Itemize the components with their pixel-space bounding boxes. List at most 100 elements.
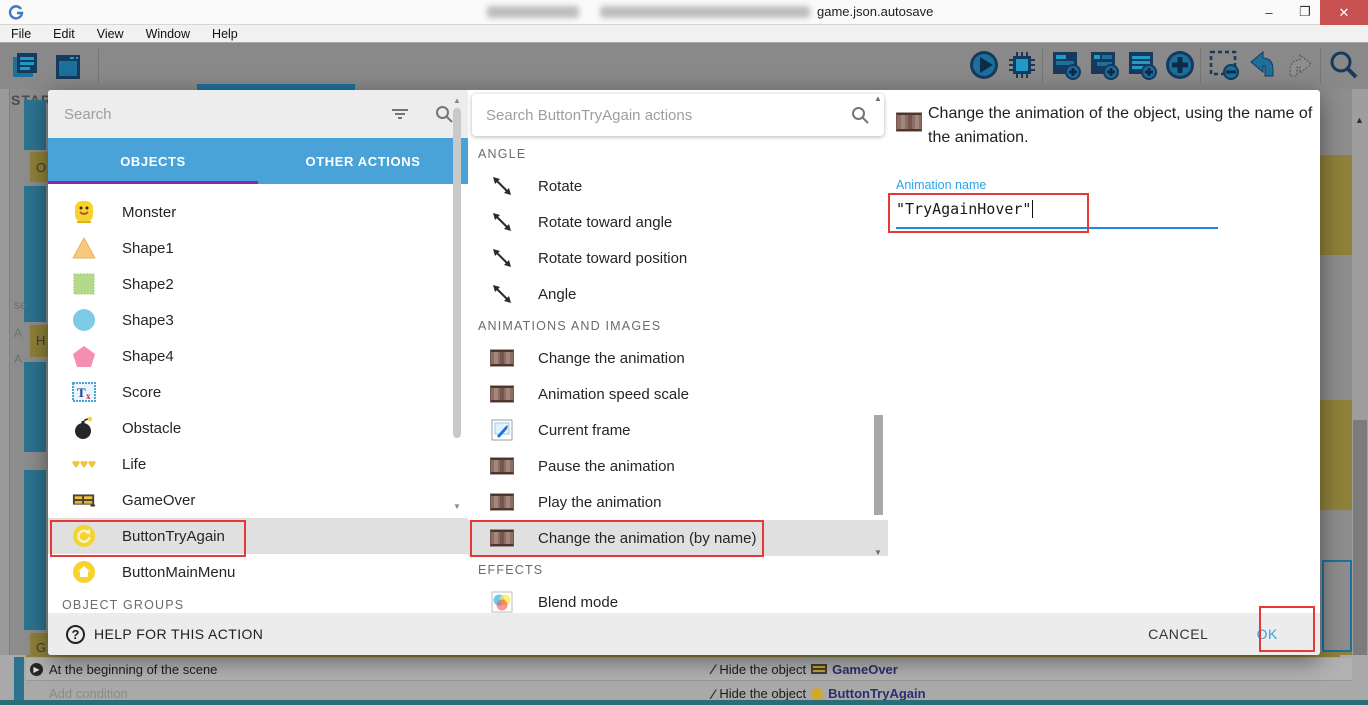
- add-subevent-button[interactable]: [1086, 49, 1122, 85]
- comment-letter: G: [36, 640, 46, 655]
- minimize-button[interactable]: –: [1252, 0, 1286, 24]
- object-row-shape2[interactable]: Shape2: [48, 266, 468, 302]
- scroll-up-icon[interactable]: ▲: [872, 94, 884, 103]
- menu-view[interactable]: View: [86, 25, 135, 43]
- object-list-scrollbar[interactable]: ▲ ▼: [452, 94, 462, 514]
- menu-file[interactable]: File: [0, 25, 42, 43]
- action-search-placeholder: Search ButtonTryAgain actions: [472, 107, 836, 124]
- event-bar: [24, 186, 46, 322]
- comment-letter: H: [36, 333, 45, 348]
- tab-objects[interactable]: OBJECTS: [48, 138, 258, 184]
- rotate-icon: [490, 210, 514, 234]
- object-row-monster[interactable]: Monster: [48, 194, 468, 230]
- action-search-input[interactable]: Search ButtonTryAgain actions: [472, 94, 884, 136]
- action-row-angle[interactable]: Angle: [468, 276, 888, 312]
- debug-button[interactable]: [1004, 49, 1040, 85]
- object-label: Shape4: [122, 348, 174, 365]
- action-row-rotate-toward-angle[interactable]: Rotate toward angle: [468, 204, 888, 240]
- object-label: Shape1: [122, 240, 174, 257]
- event-bar: [24, 470, 46, 630]
- text-object-icon: Tx: [72, 380, 96, 404]
- object-label: ButtonMainMenu: [122, 564, 235, 581]
- debug-icon: [1005, 48, 1039, 87]
- action-row-pause-the-animation[interactable]: Pause the animation: [468, 448, 888, 484]
- object-row-shape4[interactable]: Shape4: [48, 338, 468, 374]
- object-row-obstacle[interactable]: Obstacle: [48, 410, 468, 446]
- search-events-button[interactable]: [1326, 49, 1362, 85]
- play-icon: [967, 48, 1001, 87]
- menu-edit[interactable]: Edit: [42, 25, 86, 43]
- object-row-buttonmainmenu[interactable]: ButtonMainMenu: [48, 554, 468, 590]
- events-scrollbar-thumb[interactable]: [1353, 420, 1367, 660]
- redo-button[interactable]: [1282, 49, 1318, 85]
- add-event-icon: [1049, 48, 1083, 87]
- action-list-scrollbar[interactable]: ▲ ▼: [872, 90, 884, 563]
- restore-button[interactable]: ❐: [1288, 0, 1322, 24]
- add-event-button[interactable]: [1048, 49, 1084, 85]
- events-editor-button[interactable]: [50, 49, 86, 85]
- action-row-animation-speed-scale[interactable]: Animation speed scale: [468, 376, 888, 412]
- object-label: Monster: [122, 204, 176, 221]
- event-action[interactable]: ⁄ Hide the object GameOver: [712, 661, 898, 677]
- add-condition-link[interactable]: Add condition: [26, 686, 712, 701]
- section-header-angle: ANGLE: [468, 140, 888, 168]
- action-row-rotate[interactable]: Rotate: [468, 168, 888, 204]
- action-row-play-the-animation[interactable]: Play the animation: [468, 484, 888, 520]
- close-button[interactable]: ✕: [1320, 0, 1368, 25]
- add-button[interactable]: [1162, 49, 1198, 85]
- action-label: Current frame: [538, 422, 631, 439]
- redacted-title-segment: [487, 6, 579, 18]
- window-title: game.json.autosave: [817, 4, 933, 19]
- delete-event-button[interactable]: [1206, 49, 1242, 85]
- pentagon-icon: [72, 344, 96, 368]
- action-label: Angle: [538, 286, 576, 303]
- home-icon: [72, 560, 96, 584]
- tab-other-actions[interactable]: OTHER ACTIONS: [258, 138, 468, 184]
- menu-window[interactable]: Window: [135, 25, 201, 43]
- menu-help[interactable]: Help: [201, 25, 249, 43]
- action-row-blend-mode[interactable]: Blend mode: [468, 584, 888, 613]
- object-search-placeholder: Search: [48, 106, 380, 123]
- app-window: game.json.autosave – ❐ ✕ FileEditViewWin…: [0, 0, 1368, 705]
- object-label: Shape2: [122, 276, 174, 293]
- gameover-mini-icon: [811, 664, 827, 674]
- add-circle-icon: [1163, 48, 1197, 87]
- object-row-shape3[interactable]: Shape3: [48, 302, 468, 338]
- selected-event-outline: [1322, 560, 1352, 652]
- help-icon: ?: [66, 625, 85, 644]
- events-sheet: ▶ At the beginning of the scene ⁄ Hide t…: [0, 655, 1368, 705]
- help-button[interactable]: ? HELP FOR THIS ACTION: [66, 625, 263, 644]
- menubar: FileEditViewWindowHelp: [0, 25, 1368, 43]
- animation-name-label: Animation name: [896, 178, 986, 192]
- annotation-box-input: [888, 193, 1089, 233]
- gameover-icon: [72, 488, 96, 512]
- scroll-up-icon[interactable]: ▲: [1355, 115, 1364, 125]
- dialog-footer: ? HELP FOR THIS ACTION CANCEL OK: [48, 613, 1320, 655]
- action-row-change-the-animation[interactable]: Change the animation: [468, 340, 888, 376]
- scroll-down-icon[interactable]: ▼: [872, 548, 884, 557]
- event-condition[interactable]: ▶ At the beginning of the scene: [26, 662, 712, 677]
- triangle-icon: [72, 236, 96, 260]
- object-row-score[interactable]: TxScore: [48, 374, 468, 410]
- action-label: Change the animation: [538, 350, 685, 367]
- scroll-down-icon[interactable]: ▼: [452, 502, 462, 511]
- action-row-rotate-toward-position[interactable]: Rotate toward position: [468, 240, 888, 276]
- object-row-shape1[interactable]: Shape1: [48, 230, 468, 266]
- film-icon: [490, 346, 514, 370]
- action-label: Pause the animation: [538, 458, 675, 475]
- action-label: Rotate toward position: [538, 250, 687, 267]
- undo-button[interactable]: [1244, 49, 1280, 85]
- cancel-button[interactable]: CANCEL: [1134, 618, 1222, 650]
- scroll-up-icon[interactable]: ▲: [452, 96, 462, 105]
- scene-editor-button[interactable]: [8, 49, 44, 85]
- svg-text:x: x: [86, 391, 91, 401]
- play-button[interactable]: [966, 49, 1002, 85]
- action-label: Play the animation: [538, 494, 661, 511]
- object-row-gameover[interactable]: GameOver: [48, 482, 468, 518]
- object-row-life[interactable]: Life: [48, 446, 468, 482]
- object-search-input[interactable]: Search: [48, 90, 468, 138]
- annotation-box-action: [470, 520, 764, 557]
- action-row-current-frame[interactable]: Current frame: [468, 412, 888, 448]
- add-comment-button[interactable]: [1124, 49, 1160, 85]
- filter-icon[interactable]: [380, 107, 420, 121]
